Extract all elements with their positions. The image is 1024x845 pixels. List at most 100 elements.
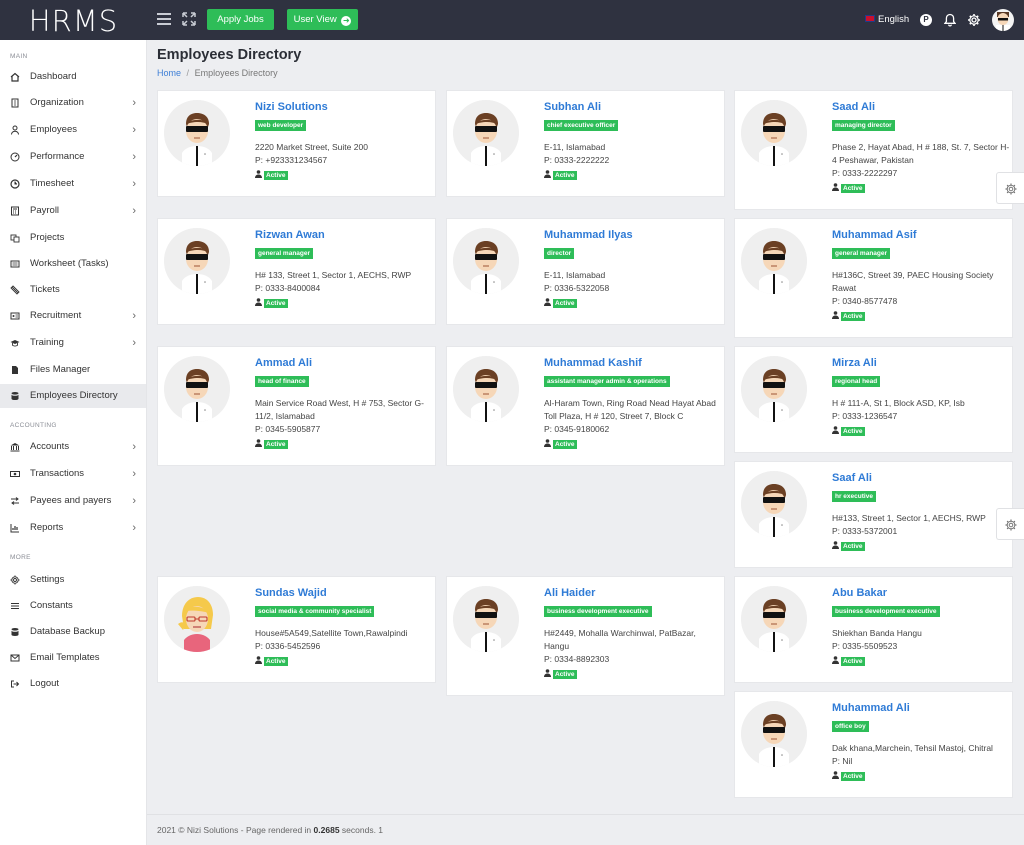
- employee-name-link[interactable]: Ali Haider: [544, 587, 595, 599]
- chevron-right-icon: ›: [132, 495, 136, 507]
- sidebar-item-email-templates[interactable]: Email Templates: [0, 646, 146, 670]
- sidebar-item-label: Worksheet (Tasks): [30, 258, 109, 269]
- sidebar-item-constants[interactable]: Constants: [0, 594, 146, 618]
- sidebar-item-recruitment[interactable]: Recruitment ›: [0, 304, 146, 328]
- employee-avatar[interactable]: [453, 228, 519, 294]
- settings-gear-icon[interactable]: [967, 13, 981, 27]
- menu-toggle-icon[interactable]: [157, 13, 171, 25]
- employee-avatar[interactable]: [453, 100, 519, 166]
- designation-badge: business development executive: [832, 606, 940, 617]
- employee-avatar[interactable]: [741, 356, 807, 422]
- employee-status: Active: [832, 769, 1010, 782]
- uk-flag-icon: [865, 15, 875, 22]
- sidebar-item-projects[interactable]: Projects: [0, 226, 146, 250]
- employee-name-link[interactable]: Muhammad Kashif: [544, 357, 642, 369]
- employee-avatar[interactable]: [741, 228, 807, 294]
- employee-details: H # 111-A, St 1, Block ASD, KP, Isb P: 03…: [832, 397, 1010, 437]
- employee-address: H#133, Street 1, Sector 1, AECHS, RWP: [832, 513, 986, 523]
- employee-name-link[interactable]: Mirza Ali: [832, 357, 877, 369]
- bell-icon[interactable]: [944, 13, 956, 27]
- employee-address: House#5A549,Satellite Town,Rawalpindi: [255, 628, 408, 638]
- employee-phone: P: 0333-5372001: [832, 526, 898, 536]
- fullscreen-icon[interactable]: [182, 12, 196, 26]
- sidebar-item-employees[interactable]: Employees ›: [0, 118, 146, 142]
- sidebar-item-accounts[interactable]: Accounts ›: [0, 435, 146, 459]
- employee-card: Saaf Ali hr executive H#133, Street 1, Sec…: [734, 461, 1013, 568]
- sidebar-item-training[interactable]: Training ›: [0, 331, 146, 355]
- employee-name-link[interactable]: Subhan Ali: [544, 101, 601, 113]
- employee-name-link[interactable]: Saaf Ali: [832, 472, 872, 484]
- user-view-button[interactable]: User View ➜: [287, 9, 358, 30]
- employee-name-link[interactable]: Saad Ali: [832, 101, 875, 113]
- user-icon: [255, 170, 262, 178]
- envelope-icon: [10, 654, 20, 662]
- employee-avatar[interactable]: [741, 471, 807, 537]
- apply-jobs-button[interactable]: Apply Jobs: [207, 9, 274, 30]
- sidebar-item-files-manager[interactable]: Files Manager: [0, 358, 146, 382]
- chevron-right-icon: ›: [132, 178, 136, 190]
- render-time: 0.2685: [313, 825, 340, 835]
- designation-badge: office boy: [832, 721, 869, 732]
- sidebar-item-label: Payroll: [30, 205, 60, 216]
- breadcrumb-home-link[interactable]: Home: [157, 68, 181, 78]
- employee-name-link[interactable]: Nizi Solutions: [255, 101, 328, 113]
- sidebar-item-organization[interactable]: Organization ›: [0, 91, 146, 115]
- employee-name-link[interactable]: Sundas Wajid: [255, 587, 327, 599]
- employee-phone: P: 0333-8400084: [255, 283, 321, 293]
- sidebar-item-transactions[interactable]: Transactions ›: [0, 462, 146, 486]
- status-badge: Active: [841, 312, 865, 321]
- sidebar-item-label: Organization: [30, 97, 84, 108]
- status-badge: Active: [553, 171, 577, 180]
- employee-avatar[interactable]: [164, 100, 230, 166]
- employee-status: Active: [544, 168, 722, 181]
- employee-avatar[interactable]: [164, 228, 230, 294]
- sidebar-item-settings[interactable]: Settings: [0, 568, 146, 592]
- language-label: English: [878, 14, 910, 25]
- employee-avatar[interactable]: [741, 586, 807, 652]
- employee-avatar[interactable]: [741, 100, 807, 166]
- sidebar-item-payees-and-payers[interactable]: Payees and payers ›: [0, 489, 146, 513]
- app-logo[interactable]: HRMS: [0, 0, 147, 40]
- sidebar-item-label: Employees: [30, 124, 77, 135]
- employee-details: H#2449, Mohalla Warchinwal, PatBazar, Ha…: [544, 627, 722, 680]
- theme-settings-toggle-2[interactable]: [996, 508, 1024, 540]
- designation-badge: hr executive: [832, 491, 876, 502]
- employee-avatar[interactable]: [741, 701, 807, 767]
- employee-avatar[interactable]: [453, 586, 519, 652]
- employee-details: Phase 2, Hayat Abad, H # 188, St. 7, Sec…: [832, 141, 1010, 194]
- sidebar-item-database-backup[interactable]: Database Backup: [0, 620, 146, 644]
- employee-avatar[interactable]: [453, 356, 519, 422]
- language-selector[interactable]: English: [865, 14, 909, 26]
- employee-address: H#2449, Mohalla Warchinwal, PatBazar, Ha…: [544, 628, 696, 651]
- sidebar-item-worksheet-tasks[interactable]: Worksheet (Tasks): [0, 252, 146, 276]
- p-badge-icon[interactable]: P: [920, 14, 932, 26]
- sidebar-item-employees-directory[interactable]: Employees Directory: [0, 384, 146, 408]
- sidebar-item-label: Dashboard: [30, 71, 77, 82]
- employee-card: Muhammad Ilyas director E-11, Islamabad P: …: [446, 218, 725, 325]
- home-icon: [10, 72, 20, 82]
- theme-settings-toggle[interactable]: [996, 172, 1024, 204]
- sidebar-item-tickets[interactable]: Tickets: [0, 278, 146, 302]
- employee-name-link[interactable]: Muhammad Ali: [832, 702, 910, 714]
- employee-name-link[interactable]: Abu Bakar: [832, 587, 887, 599]
- employee-status: Active: [832, 539, 1010, 552]
- employee-name-link[interactable]: Muhammad Asif: [832, 229, 917, 241]
- apply-jobs-label: Apply Jobs: [217, 14, 264, 25]
- money-icon: [10, 471, 20, 477]
- employee-name-link[interactable]: Ammad Ali: [255, 357, 312, 369]
- sidebar-item-payroll[interactable]: Payroll ›: [0, 199, 146, 223]
- sidebar-item-dashboard[interactable]: Dashboard: [0, 65, 146, 89]
- employee-name-link[interactable]: Muhammad Ilyas: [544, 229, 633, 241]
- employee-avatar[interactable]: [164, 356, 230, 422]
- sidebar-item-performance[interactable]: Performance ›: [0, 145, 146, 169]
- sidebar-item-label: Settings: [30, 574, 65, 585]
- designation-badge: chief executive officer: [544, 120, 619, 131]
- user-avatar[interactable]: [992, 9, 1014, 31]
- employee-address: H# 133, Street 1, Sector 1, AECHS, RWP: [255, 270, 412, 280]
- sidebar-item-reports[interactable]: Reports ›: [0, 516, 146, 540]
- sidebar-item-timesheet[interactable]: Timesheet ›: [0, 172, 146, 196]
- employee-avatar[interactable]: [164, 586, 230, 652]
- employee-name-link[interactable]: Rizwan Awan: [255, 229, 325, 241]
- sidebar-item-logout[interactable]: Logout: [0, 672, 146, 696]
- employee-details: E-11, Islamabad P: 0333-2222222 Active: [544, 141, 722, 181]
